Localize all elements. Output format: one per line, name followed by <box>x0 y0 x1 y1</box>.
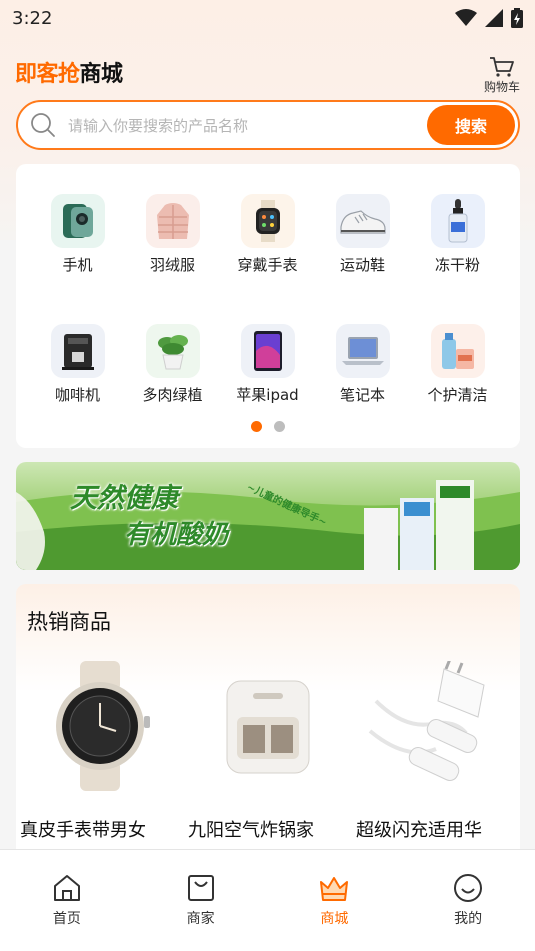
cart-label: 购物车 <box>483 79 520 94</box>
shopping-bag-icon <box>187 875 214 901</box>
product-card[interactable]: 真皮手表带男女 <box>16 656 184 842</box>
category-item-sneaker[interactable]: 运动鞋 <box>315 194 410 284</box>
product-name: 真皮手表带男女 <box>20 820 146 841</box>
crown-icon <box>320 877 349 901</box>
pager-dot-active[interactable] <box>251 421 262 432</box>
charger-icon <box>361 656 511 796</box>
category-grid: 手机 羽绒服 穿戴手表 运动鞋 冻干粉 咖啡机 多肉绿植 苹果ipad 笔记本 … <box>30 194 506 414</box>
tab-home[interactable]: 首页 <box>0 850 134 951</box>
tab-profile[interactable]: 我的 <box>401 850 535 951</box>
status-time: 3:22 <box>12 7 53 29</box>
smiley-icon <box>454 874 483 902</box>
search-button[interactable]: 搜索 <box>427 105 515 145</box>
product-name: 九阳空气炸锅家 <box>188 820 314 841</box>
bottom-tab-bar: 首页 商家 商城 我的 <box>0 849 535 951</box>
plant-icon <box>145 324 200 378</box>
signal-icon <box>485 9 503 27</box>
tab-mall[interactable]: 商城 <box>268 850 402 951</box>
tablet-icon <box>240 324 295 378</box>
smartwatch-icon <box>240 194 295 248</box>
category-item-down-jacket[interactable]: 羽绒服 <box>125 194 220 284</box>
phone-icon <box>50 194 105 248</box>
search-input[interactable]: 请输入你要搜索的产品名称 <box>68 115 427 136</box>
category-item-cleaning[interactable]: 个护清洁 <box>410 324 505 414</box>
cart-icon <box>489 56 514 77</box>
coffee-machine-icon <box>50 324 105 378</box>
section-title: 热销商品 <box>27 610 111 634</box>
category-item-coffee-machine[interactable]: 咖啡机 <box>30 324 125 414</box>
banner-headline-2: 有机酸奶 <box>124 520 229 550</box>
promo-banner[interactable]: 天然健康 有机酸奶 ~儿童的健康导手~ <box>16 462 520 570</box>
search-bar: 请输入你要搜索的产品名称 搜索 <box>16 100 520 150</box>
pager-dot[interactable] <box>274 421 285 432</box>
search-icon <box>31 113 55 137</box>
category-pager <box>16 421 520 432</box>
category-item-laptop[interactable]: 笔记本 <box>315 324 410 414</box>
dropper-bottle-icon <box>430 194 485 248</box>
air-fryer-icon <box>193 656 343 796</box>
banner-headline-1: 天然健康 <box>70 483 178 514</box>
product-card[interactable]: 九阳空气炸锅家 <box>184 656 352 842</box>
category-item-dropper-bottle[interactable]: 冻干粉 <box>410 194 505 284</box>
status-bar: 3:22 <box>0 0 535 36</box>
category-card: 手机 羽绒服 穿戴手表 运动鞋 冻干粉 咖啡机 多肉绿植 苹果ipad 笔记本 … <box>16 164 520 448</box>
category-item-tablet[interactable]: 苹果ipad <box>220 324 315 414</box>
wifi-icon <box>455 9 477 26</box>
category-item-phone[interactable]: 手机 <box>30 194 125 284</box>
product-name: 超级闪充适用华 <box>356 820 482 841</box>
category-item-smartwatch[interactable]: 穿戴手表 <box>220 194 315 284</box>
home-icon <box>53 875 80 901</box>
battery-icon <box>511 8 523 28</box>
watch-product-icon <box>25 656 175 796</box>
product-list: 真皮手表带男女 九阳空气炸锅家 超级闪充适用华 <box>16 656 520 842</box>
cart-button[interactable]: 购物车 <box>484 56 520 95</box>
hot-products-section: 热销商品 真皮手表带男女 九阳空气炸锅家 超级闪充适用华 <box>16 584 520 854</box>
laptop-icon <box>335 324 390 378</box>
down-jacket-icon <box>145 194 200 248</box>
sneaker-icon <box>335 194 390 248</box>
category-item-plant[interactable]: 多肉绿植 <box>125 324 220 414</box>
product-card[interactable]: 超级闪充适用华 <box>352 656 520 842</box>
cleaning-bottle-icon <box>430 324 485 378</box>
brand-logo: 即客抢商城 <box>15 62 123 87</box>
app-header: 即客抢商城 购物车 <box>15 52 520 95</box>
tab-merchant[interactable]: 商家 <box>134 850 268 951</box>
